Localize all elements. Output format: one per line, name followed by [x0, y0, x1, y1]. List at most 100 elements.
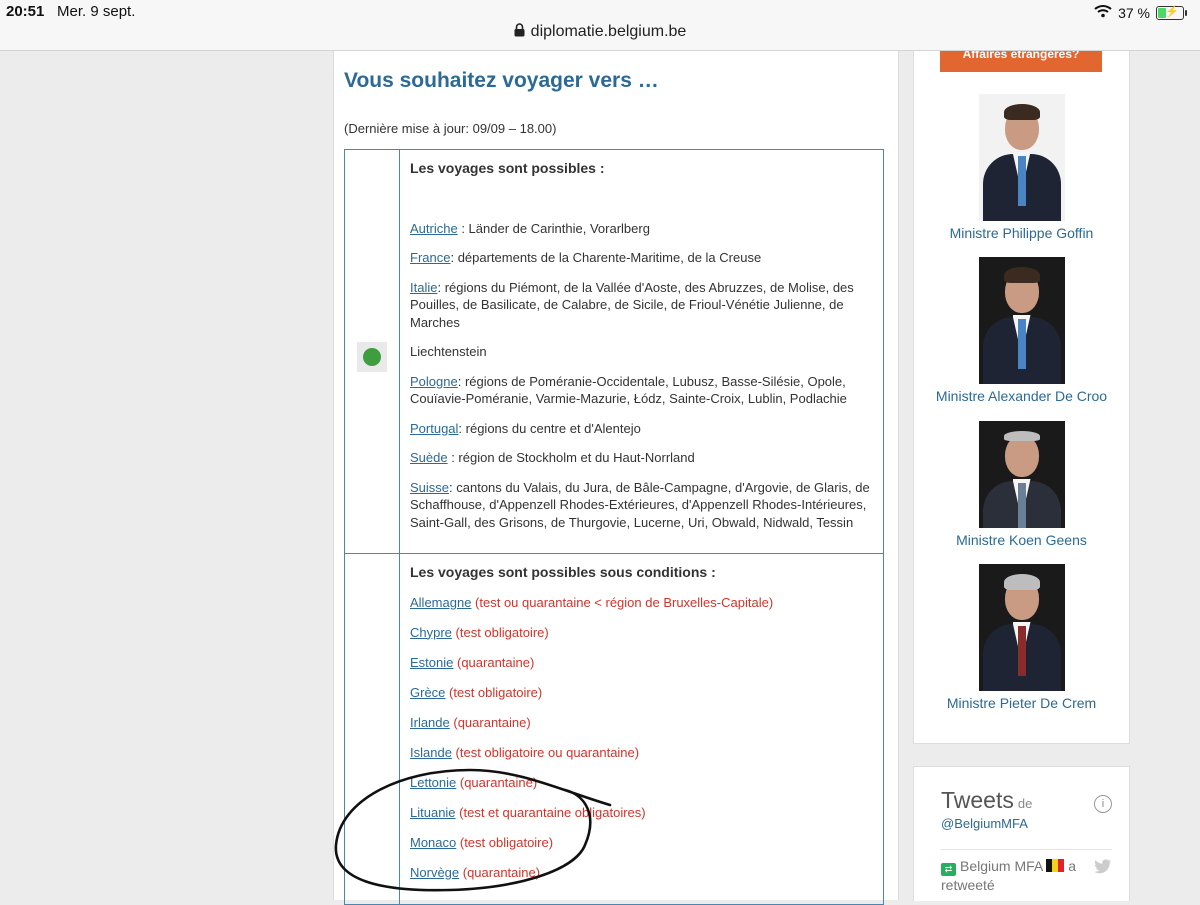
lock-icon: [514, 23, 525, 42]
travel-condition: (quarantaine): [453, 654, 535, 670]
country-link[interactable]: Suède: [410, 450, 448, 465]
tweets-widget: Tweets de @BelgiumMFA i ⇄ Belgium MFA a re…: [913, 766, 1130, 901]
country-link[interactable]: Lituanie: [410, 805, 456, 820]
tweets-title-text: Tweets: [941, 787, 1014, 813]
travel-condition: (test obligatoire): [456, 834, 554, 850]
charging-icon: ⚡: [1165, 5, 1179, 18]
country-detail: : région de Stockholm et du Haut-Norrlan…: [447, 450, 695, 465]
clock: 20:51: [6, 3, 45, 20]
green-status-icon: [363, 348, 381, 366]
country-entry: Autriche : Länder de Carinthie, Vorarlbe…: [410, 220, 873, 238]
belgium-flag-icon: [1046, 859, 1065, 872]
tweets-de: de: [1017, 796, 1033, 811]
country-entry: Italie: régions du Piémont, de la Vallée…: [410, 279, 873, 332]
country-entry: Grèce (test obligatoire): [410, 684, 873, 702]
minister-name[interactable]: Ministre Pieter De Crem: [914, 695, 1129, 711]
battery-percent: 37 %: [1118, 4, 1150, 21]
travel-condition: (test ou quarantaine < région de Bruxell…: [471, 594, 774, 610]
possible-list: Autriche : Länder de Carinthie, Vorarlbe…: [410, 220, 873, 532]
country-entry: Estonie (quarantaine): [410, 654, 873, 672]
minister-name[interactable]: Ministre Alexander De Croo: [914, 388, 1129, 404]
country-link[interactable]: Monaco: [410, 835, 456, 850]
wifi-icon: [1094, 4, 1112, 21]
country-detail: : Länder de Carinthie, Vorarlberg: [457, 220, 650, 236]
travel-table: Les voyages sont possibles : Autriche : …: [344, 149, 884, 905]
minister-photo[interactable]: [978, 421, 1065, 528]
affaires-etrangeres-button[interactable]: Affaires etrangeres?: [940, 51, 1102, 72]
country-link[interactable]: Irlande: [410, 715, 450, 730]
country-entry: Lettonie (quarantaine): [410, 774, 873, 792]
twitter-bird-icon[interactable]: [1094, 859, 1112, 878]
country-link[interactable]: Italie: [410, 280, 437, 295]
country-name: Liechtenstein: [410, 344, 487, 359]
divider: [941, 849, 1112, 850]
country-link[interactable]: France: [410, 250, 450, 265]
country-link[interactable]: Allemagne: [410, 595, 471, 610]
travel-condition: (test obligatoire): [445, 684, 543, 700]
minister-card[interactable]: Ministre Koen Geens: [914, 421, 1129, 548]
battery-icon: ⚡: [1156, 5, 1187, 20]
minister-photo[interactable]: [978, 257, 1065, 384]
country-detail: : régions du Piémont, de la Vallée d'Aos…: [410, 279, 854, 330]
travel-condition: (test et quarantaine obligatoires): [455, 804, 646, 820]
travel-condition: (test obligatoire ou quarantaine): [451, 744, 640, 760]
country-link[interactable]: Portugal: [410, 421, 458, 436]
country-link[interactable]: Grèce: [410, 685, 445, 700]
section-heading: Les voyages sont possibles :: [410, 160, 605, 176]
twitter-handle-link[interactable]: @BelgiumMFA: [941, 816, 1028, 831]
url-text: diplomatie.belgium.be: [530, 23, 687, 40]
country-entry: Portugal: régions du centre et d'Alentej…: [410, 420, 873, 438]
country-detail: : départements de la Charente-Maritime, …: [450, 250, 762, 265]
country-entry: Liechtenstein: [410, 343, 873, 361]
country-detail: : régions de Poméranie-Occidentale, Lubu…: [410, 373, 847, 407]
country-link[interactable]: Pologne: [410, 374, 458, 389]
status-bar: 20:51 Mer. 9 sept. diplomatie.belgium.be…: [0, 0, 1200, 51]
country-link[interactable]: Norvège: [410, 865, 459, 880]
country-link[interactable]: Autriche: [410, 221, 458, 236]
section-heading: Les voyages sont possibles sous conditio…: [410, 564, 716, 580]
minister-name[interactable]: Ministre Philippe Goffin: [914, 225, 1129, 241]
minister-name[interactable]: Ministre Koen Geens: [914, 532, 1129, 548]
row-conditional: Les voyages sont possibles sous conditio…: [345, 553, 883, 904]
minister-photo[interactable]: [978, 564, 1065, 691]
country-entry: Allemagne (test ou quarantaine < région …: [410, 594, 873, 612]
page-title: Vous souhaitez voyager vers …: [344, 69, 659, 92]
country-link[interactable]: Lettonie: [410, 775, 456, 790]
possible-section: Les voyages sont possibles : Autriche : …: [400, 150, 883, 553]
country-entry: Chypre (test obligatoire): [410, 624, 873, 642]
minister-card[interactable]: Ministre Philippe Goffin: [914, 94, 1129, 241]
status-cell: [345, 554, 400, 904]
country-entry: Irlande (quarantaine): [410, 714, 873, 732]
info-icon[interactable]: i: [1094, 795, 1112, 813]
country-detail: : régions du centre et d'Alentejo: [458, 420, 641, 436]
conditional-list: Allemagne (test ou quarantaine < région …: [410, 594, 873, 882]
minister-card[interactable]: Ministre Alexander De Croo: [914, 257, 1129, 404]
country-link[interactable]: Estonie: [410, 655, 453, 670]
tweets-title: Tweets de: [941, 787, 1032, 814]
travel-condition: (quarantaine): [459, 864, 541, 880]
country-entry: France: départements de la Charente-Mari…: [410, 249, 873, 267]
status-cell: [345, 150, 400, 553]
travel-condition: (quarantaine): [449, 714, 531, 730]
minister-card[interactable]: Ministre Pieter De Crem: [914, 564, 1129, 711]
country-entry: Suède : région de Stockholm et du Haut-N…: [410, 449, 873, 467]
address-bar[interactable]: diplomatie.belgium.be: [0, 23, 1200, 42]
status-indicator: [357, 342, 387, 372]
travel-condition: (quarantaine): [456, 774, 538, 790]
country-link[interactable]: Suisse: [410, 480, 449, 495]
main-content: Vous souhaitez voyager vers … (Dernière …: [333, 51, 899, 905]
country-entry: Lituanie (test et quarantaine obligatoir…: [410, 804, 873, 822]
minister-photo[interactable]: [978, 94, 1065, 221]
update-note: (Dernière mise à jour: 09/09 – 18.00): [344, 121, 557, 136]
country-entry: Monaco (test obligatoire): [410, 834, 873, 852]
retweet-icon: ⇄: [941, 863, 956, 876]
country-link[interactable]: Islande: [410, 745, 452, 760]
retweet-notice: ⇄ Belgium MFA a retweeté: [941, 857, 1111, 895]
country-link[interactable]: Chypre: [410, 625, 452, 640]
account-name[interactable]: Belgium MFA: [960, 858, 1042, 874]
country-detail: : cantons du Valais, du Jura, de Bâle-Ca…: [410, 479, 870, 530]
country-entry: Pologne: régions de Poméranie-Occidental…: [410, 373, 873, 408]
country-entry: Suisse: cantons du Valais, du Jura, de B…: [410, 479, 873, 532]
row-possible: Les voyages sont possibles : Autriche : …: [345, 150, 883, 553]
country-entry: Islande (test obligatoire ou quarantaine…: [410, 744, 873, 762]
